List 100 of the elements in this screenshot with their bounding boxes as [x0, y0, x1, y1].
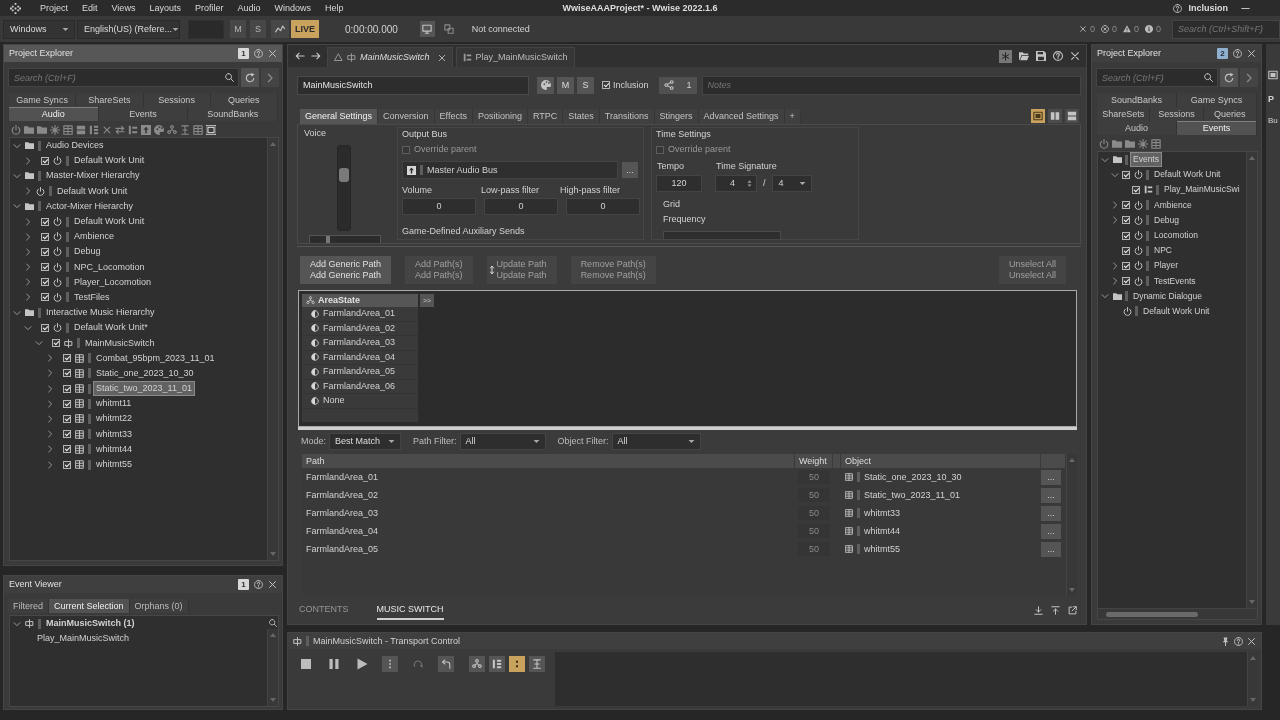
column-header[interactable]: Path	[302, 454, 795, 468]
transport-button[interactable]	[382, 656, 398, 672]
close-icon[interactable]	[268, 580, 277, 589]
menu-item[interactable]: Project	[33, 2, 75, 14]
checkbox[interactable]	[63, 399, 71, 408]
tree-item[interactable]: Default Work Unit	[72, 215, 147, 229]
notes-field[interactable]: Notes	[701, 75, 1081, 95]
tree-item[interactable]: whitmt11	[94, 397, 134, 411]
tab[interactable]: MUSIC SWITCH	[376, 600, 444, 620]
bars-icon[interactable]	[89, 124, 99, 135]
tab[interactable]: Game Syncs	[9, 93, 77, 107]
upload-icon[interactable]	[1051, 605, 1060, 615]
layout-dropdown[interactable]: Windows	[3, 19, 75, 39]
tab[interactable]: Sessions	[143, 93, 211, 107]
chevron-down-icon[interactable]	[13, 202, 21, 211]
solo-button[interactable]: S	[577, 76, 594, 94]
arrow-up-box-icon[interactable]	[141, 124, 151, 135]
slider-thumb[interactable]	[339, 168, 349, 183]
close-icon[interactable]	[437, 53, 446, 62]
help-icon[interactable]	[1233, 49, 1242, 58]
scrollbar[interactable]	[267, 138, 278, 560]
language-dropdown[interactable]: English(US) (Refere...	[77, 19, 180, 39]
tab[interactable]: ShareSets	[1097, 107, 1151, 121]
back-arrow-icon[interactable]	[295, 51, 305, 61]
chevron-right-icon[interactable]	[24, 217, 32, 226]
checkbox[interactable]	[1122, 231, 1130, 240]
checkbox[interactable]	[41, 278, 49, 287]
layout-button[interactable]	[1065, 109, 1079, 123]
help-icon[interactable]	[1234, 636, 1243, 646]
checkbox[interactable]	[41, 156, 49, 165]
checkbox[interactable]	[1122, 246, 1130, 255]
close-icon[interactable]	[1070, 51, 1080, 61]
slider-track[interactable]	[309, 235, 381, 243]
chevron-down-icon[interactable]	[13, 171, 21, 180]
checkbox[interactable]	[63, 460, 71, 469]
checkbox[interactable]	[41, 323, 49, 332]
column-header[interactable]: Weight	[795, 454, 833, 468]
tab[interactable]: RTPC	[527, 109, 564, 124]
transport-button[interactable]	[438, 656, 454, 672]
chevron-right-icon[interactable]	[46, 445, 54, 454]
tree-item[interactable]: Static_two_2023_11_01	[94, 382, 194, 396]
menu-item[interactable]: Profiler	[187, 2, 231, 14]
tab[interactable]: Events	[1177, 121, 1257, 135]
tree-item[interactable]: Debug	[72, 245, 103, 259]
checkbox[interactable]	[1122, 261, 1130, 270]
tree-item[interactable]: Static_one_2023_10_30	[94, 366, 196, 380]
browse-button[interactable]: ...	[1041, 469, 1061, 485]
tree-item[interactable]: Default Work Unit	[72, 154, 147, 168]
power-icon[interactable]	[1099, 138, 1109, 149]
filter-dropdown[interactable]: All	[611, 433, 701, 450]
sparkle-icon[interactable]	[50, 124, 60, 135]
number-field[interactable]: 0	[402, 198, 476, 215]
tree-item[interactable]: Ambience	[1152, 198, 1194, 212]
tree-item[interactable]: Combat_95bpm_2023_11_01	[94, 351, 217, 365]
checkbox[interactable]	[41, 247, 49, 256]
tab[interactable]: SoundBanks	[1097, 93, 1177, 107]
folder-icon[interactable]	[24, 124, 34, 135]
tab[interactable]: CONTENTS	[299, 600, 349, 620]
spin-arrows-icon[interactable]	[746, 179, 753, 188]
search-field[interactable]: Search (Ctrl+F)	[1096, 68, 1218, 87]
tab[interactable]: Effects	[434, 109, 473, 124]
chevron-right-icon[interactable]	[46, 354, 54, 363]
close-icon[interactable]	[268, 49, 277, 58]
search-field[interactable]: Search (Ctrl+F)	[8, 68, 239, 87]
screen-button[interactable]	[419, 21, 435, 37]
chevron-down-icon[interactable]	[1101, 155, 1109, 164]
spinbox[interactable]: 4	[715, 175, 757, 192]
chevron-right-icon[interactable]	[46, 414, 54, 423]
chevron-down-icon[interactable]	[1101, 292, 1109, 301]
transport-button[interactable]	[298, 656, 314, 672]
tab[interactable]: General Settings	[300, 109, 379, 124]
tree-item[interactable]: Debug	[1152, 213, 1182, 227]
folder-icon[interactable]	[37, 124, 47, 135]
menu-item[interactable]: Audio	[230, 2, 268, 14]
tab[interactable]: Queries	[210, 93, 278, 107]
chevron-down-icon[interactable]	[24, 323, 32, 332]
tab[interactable]: Audio	[9, 107, 99, 121]
menu-item[interactable]: Views	[104, 2, 143, 14]
browse-button[interactable]: ...	[1041, 505, 1061, 521]
chevron-right-icon[interactable]	[24, 187, 32, 196]
chevron-right-icon[interactable]	[46, 399, 54, 408]
checkbox[interactable]	[63, 354, 71, 363]
weight-field[interactable]: 50	[798, 488, 830, 502]
tab[interactable]: Advanced Settings	[698, 109, 785, 124]
palette-button[interactable]	[537, 76, 554, 94]
dropdown[interactable]: 4	[771, 175, 812, 192]
chevron-right-icon[interactable]	[24, 232, 32, 241]
tree-item[interactable]: Events	[1131, 153, 1161, 167]
dropdown-field[interactable]	[663, 231, 781, 239]
menu-item[interactable]: Help	[318, 2, 351, 14]
menu-item[interactable]: Edit	[75, 2, 105, 14]
checkbox[interactable]	[1122, 170, 1130, 179]
tab[interactable]: Transitions	[599, 109, 655, 124]
tab[interactable]: Events	[98, 107, 189, 121]
folder-icon[interactable]	[1112, 138, 1122, 149]
scrollbar[interactable]	[1246, 152, 1257, 608]
bus-field[interactable]: Master Audio Bus	[402, 161, 618, 179]
tree-item[interactable]: NPC	[1152, 244, 1174, 258]
graph-button[interactable]	[271, 20, 289, 38]
weight-field[interactable]: 50	[798, 506, 830, 520]
